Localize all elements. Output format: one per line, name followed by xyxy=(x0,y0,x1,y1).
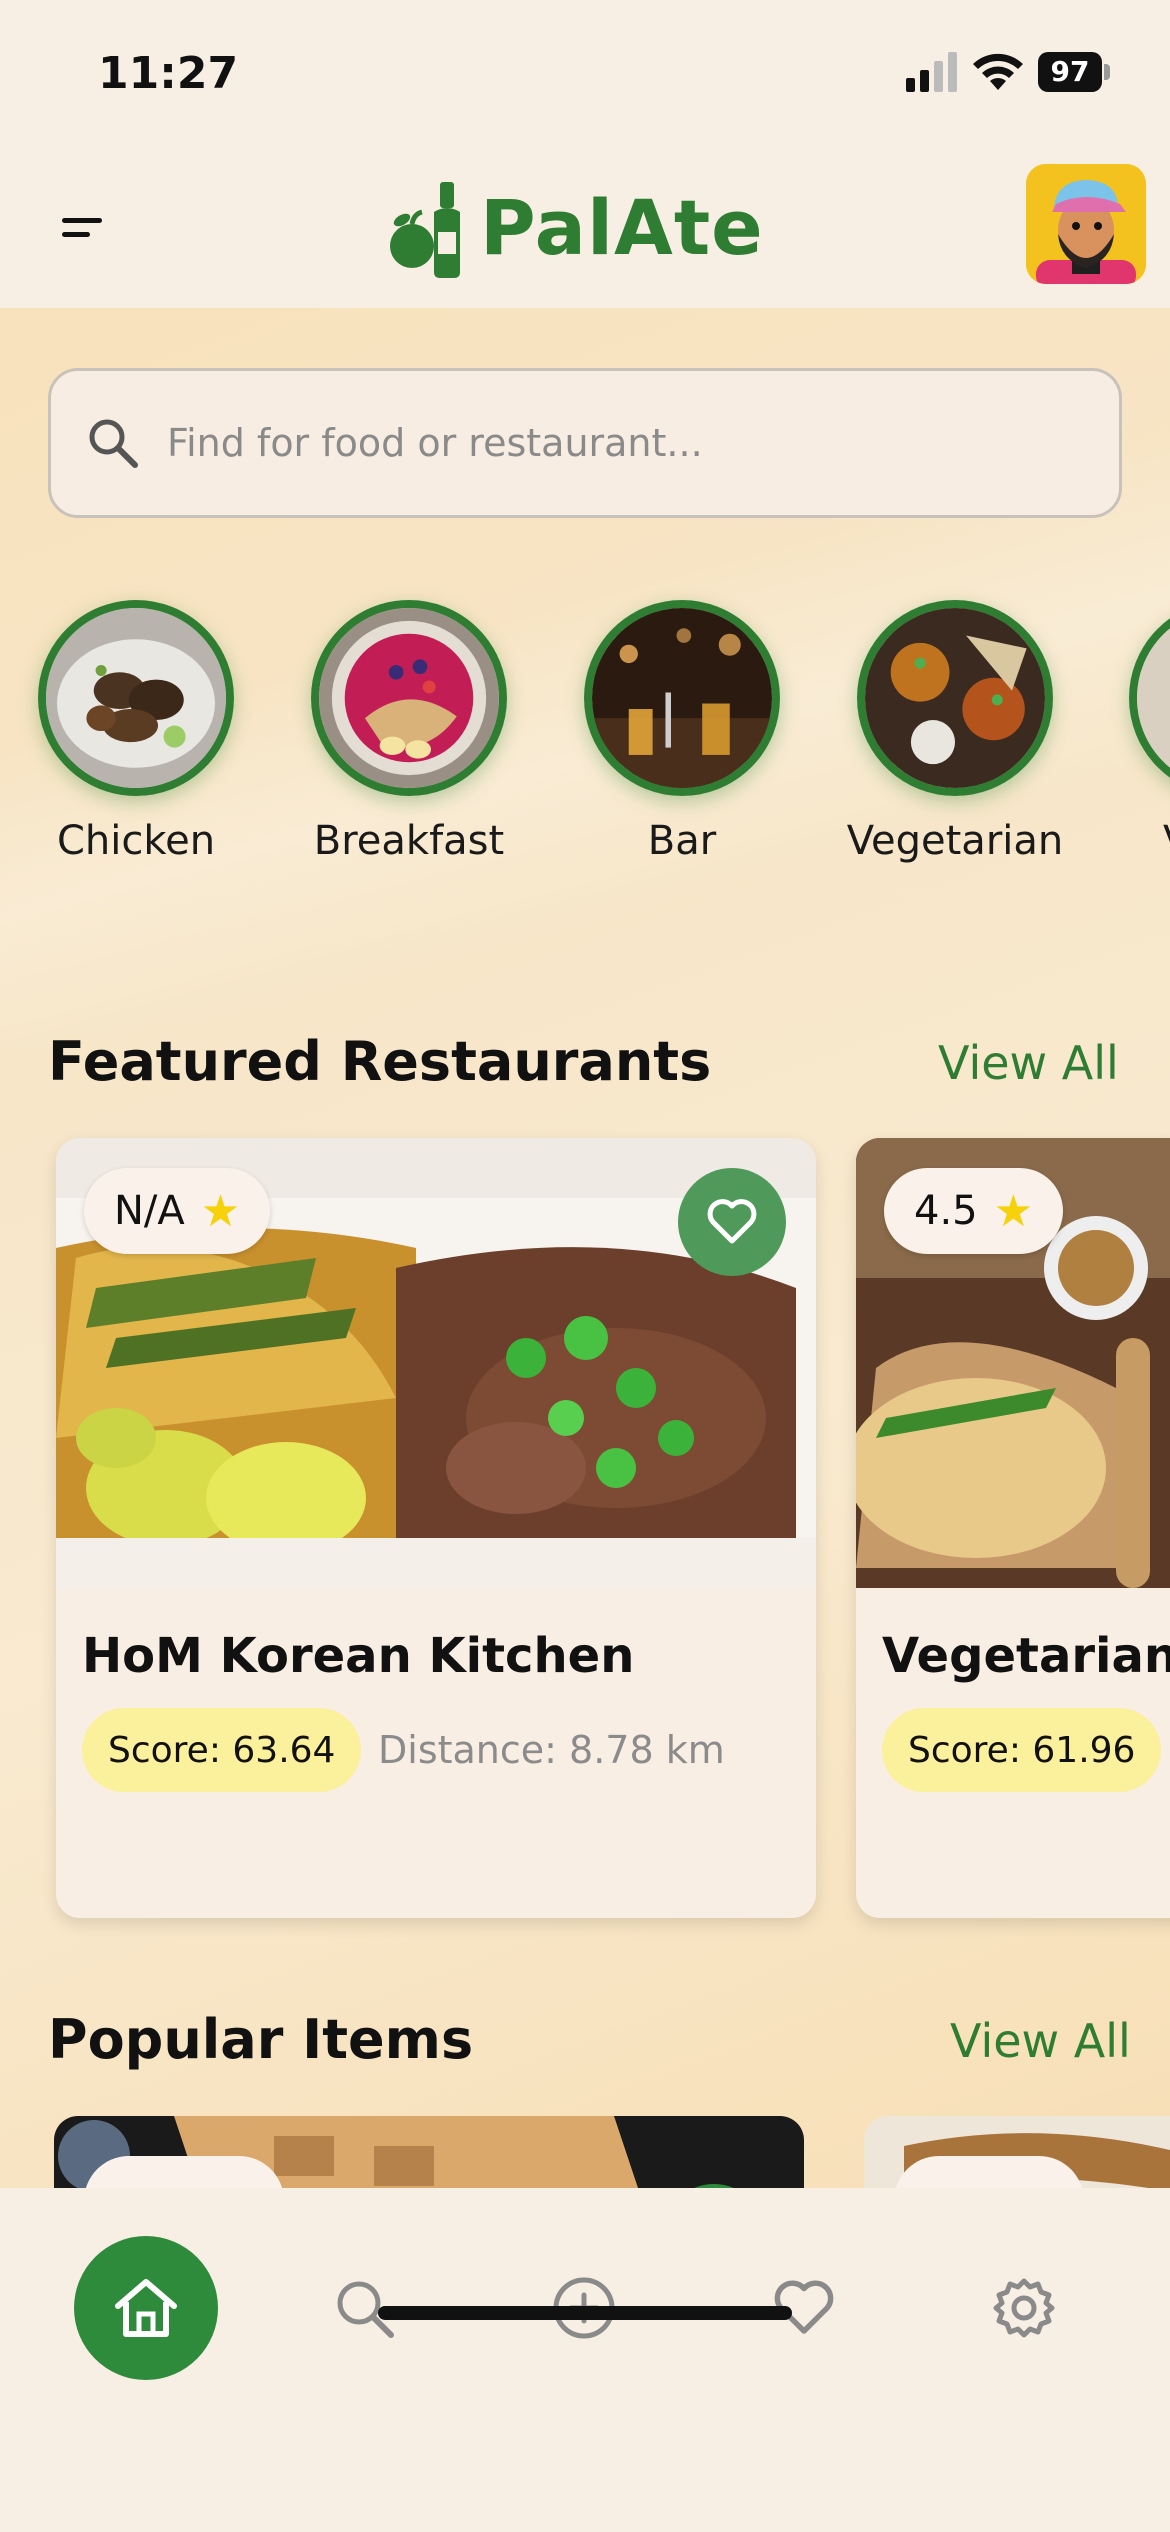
category-image xyxy=(311,600,507,796)
app-header: PalAte xyxy=(0,150,1170,308)
category-image xyxy=(1129,600,1170,796)
wifi-icon xyxy=(973,53,1023,90)
popular-item-image xyxy=(54,2116,804,2188)
app-name: PalAte xyxy=(480,182,764,272)
battery-level: 97 xyxy=(1038,52,1102,92)
popular-item-card[interactable] xyxy=(54,2116,804,2188)
home-indicator xyxy=(378,2306,792,2320)
favorite-button[interactable] xyxy=(678,1168,786,1276)
popular-title: Popular Items xyxy=(48,2008,474,2071)
rating-badge: 4.5 ★ xyxy=(884,1168,1064,1254)
restaurant-card[interactable]: N/A ★ HoM Korean Kitchen Score: 63.64 Di… xyxy=(56,1138,816,1918)
rating-value: N/A xyxy=(114,1188,185,1234)
search-icon xyxy=(89,419,138,468)
home-icon xyxy=(115,2279,177,2337)
category-label: Breakfast xyxy=(313,818,505,864)
category-list: Chicken Breakfast Bar Vegetarian xyxy=(0,600,1170,880)
rating-badge: N/A ★ xyxy=(84,1168,271,1254)
popular-item-card[interactable] xyxy=(864,2116,1170,2188)
score-badge: Score: 61.96 xyxy=(882,1708,1162,1792)
category-partial[interactable]: V xyxy=(1113,600,1170,864)
heart-icon xyxy=(707,1199,757,1244)
restaurant-name: Vegetarian H xyxy=(882,1628,1170,1684)
rating-value: 4.5 xyxy=(914,1188,978,1234)
category-vegetarian[interactable]: Vegetarian xyxy=(840,600,1070,864)
star-icon: ★ xyxy=(993,1185,1034,1237)
logo-icon xyxy=(390,182,460,278)
app-logo: PalAte xyxy=(384,172,764,282)
search-bar[interactable] xyxy=(48,368,1122,518)
restaurant-name: HoM Korean Kitchen xyxy=(82,1628,635,1684)
cellular-signal-icon xyxy=(906,52,957,92)
category-label: Vegetarian xyxy=(846,818,1064,864)
category-label: Bar xyxy=(647,818,717,864)
popular-view-all-link[interactable]: View All xyxy=(950,2014,1131,2068)
popular-item-image xyxy=(864,2116,1170,2188)
category-breakfast[interactable]: Breakfast xyxy=(294,600,524,864)
category-image xyxy=(38,600,234,796)
search-input[interactable] xyxy=(167,421,1067,465)
category-chicken[interactable]: Chicken xyxy=(21,600,251,864)
category-label: V xyxy=(1163,818,1170,864)
category-image xyxy=(584,600,780,796)
category-image xyxy=(857,600,1053,796)
menu-icon[interactable] xyxy=(56,198,116,258)
battery-icon: 97 xyxy=(1038,52,1110,92)
featured-title: Featured Restaurants xyxy=(48,1030,712,1093)
nav-settings[interactable] xyxy=(952,2236,1096,2380)
score-badge: Score: 63.64 xyxy=(82,1708,362,1792)
restaurant-card[interactable]: 4.5 ★ Vegetarian H Score: 61.96 xyxy=(856,1138,1170,1918)
status-bar: 11:27 97 xyxy=(0,0,1170,150)
bottom-navigation xyxy=(0,2188,1170,2532)
star-icon: ★ xyxy=(200,1185,241,1237)
avatar-image xyxy=(1026,164,1146,284)
featured-view-all-link[interactable]: View All xyxy=(938,1036,1119,1090)
status-time: 11:27 xyxy=(98,48,239,99)
category-bar[interactable]: Bar xyxy=(567,600,797,864)
category-label: Chicken xyxy=(56,818,216,864)
avatar[interactable] xyxy=(1026,164,1146,284)
main-content: Chicken Breakfast xyxy=(0,308,1170,2188)
settings-icon xyxy=(993,2278,1055,2338)
nav-home[interactable] xyxy=(74,2236,218,2380)
distance-text: Distance: 8.78 km xyxy=(378,1728,725,1772)
